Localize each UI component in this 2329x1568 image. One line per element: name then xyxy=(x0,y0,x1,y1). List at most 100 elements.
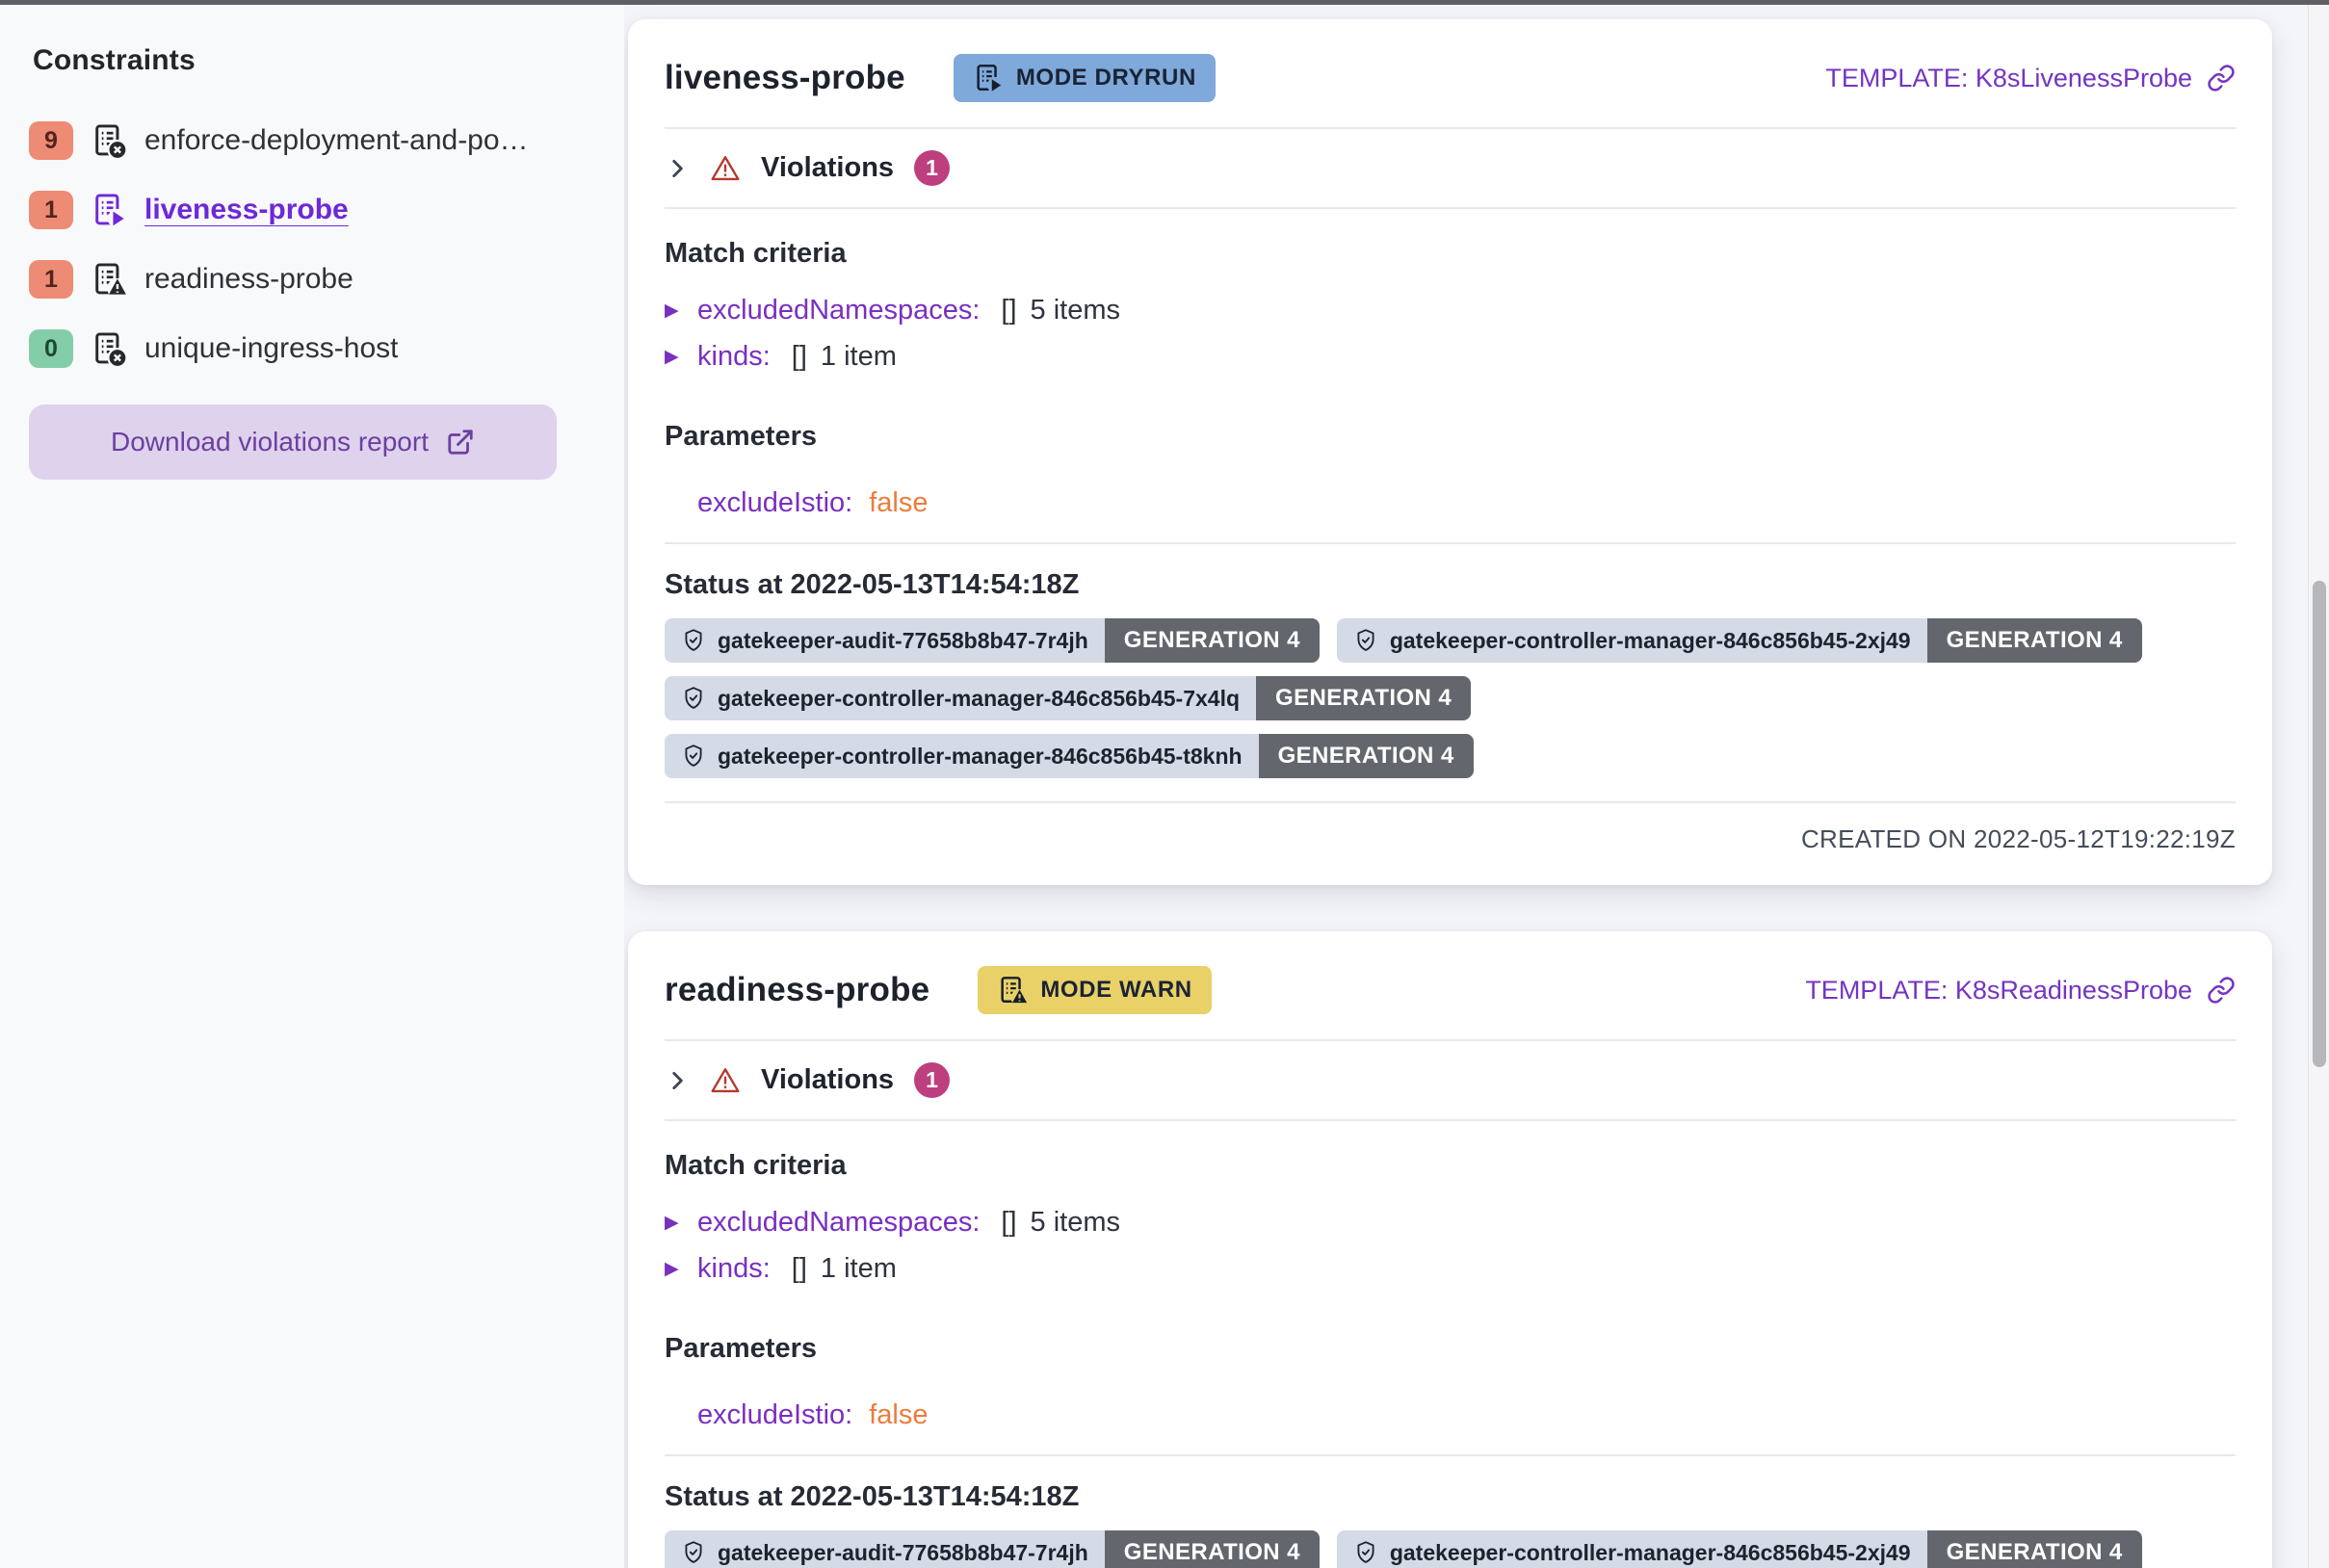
shield-check-icon xyxy=(681,1540,706,1565)
violations-label: Violations xyxy=(761,152,894,184)
parameter-row: excludeIstio: false xyxy=(665,487,2236,519)
card-header: liveness-probe MODE DRYRUN TEMPLATE: K8s… xyxy=(628,19,2272,127)
sidebar-title: Constraints xyxy=(33,44,595,77)
pod-name-segment: gatekeeper-controller-manager-846c856b45… xyxy=(1337,1530,1927,1568)
pod-name-segment: gatekeeper-controller-manager-846c856b45… xyxy=(1337,618,1927,663)
pod-name: gatekeeper-audit-77658b8b47-7r4jh xyxy=(718,1540,1088,1566)
pod-status-pill: gatekeeper-controller-manager-846c856b45… xyxy=(1337,1530,2142,1568)
violations-label: Violations xyxy=(761,1064,894,1096)
pod-generation-badge: GENERATION 4 xyxy=(1927,618,2142,663)
violation-count-badge: 9 xyxy=(29,121,73,160)
pod-name-segment: gatekeeper-audit-77658b8b47-7r4jh xyxy=(665,1530,1105,1568)
pod-name-segment: gatekeeper-controller-manager-846c856b45… xyxy=(665,734,1259,778)
card-header: readiness-probe MODE WARN T xyxy=(628,931,2272,1039)
divider xyxy=(665,542,2236,544)
sidebar-item-label: readiness-probe xyxy=(144,263,353,296)
violations-expander[interactable]: Violations 1 xyxy=(628,1041,2272,1119)
template-link[interactable]: TEMPLATE: K8sReadinessProbe xyxy=(1805,976,2236,1006)
template-link[interactable]: TEMPLATE: K8sLivenessProbe xyxy=(1825,64,2236,93)
pod-status-pill: gatekeeper-controller-manager-846c856b45… xyxy=(665,734,1474,778)
constraint-title: readiness-probe xyxy=(665,971,929,1009)
tree-key: excludedNamespaces: xyxy=(697,1207,980,1239)
tree-row-kinds[interactable]: ▶ kinds: [] 1 item xyxy=(665,341,2236,373)
tree-item-count: 1 item xyxy=(821,1253,897,1285)
tree-expand-icon: ▶ xyxy=(665,1258,684,1280)
pod-name: gatekeeper-controller-manager-846c856b45… xyxy=(1390,1540,1911,1566)
mode-badge-label: MODE DRYRUN xyxy=(1016,65,1196,91)
status-heading: Status at 2022-05-13T14:54:18Z xyxy=(665,1481,2236,1513)
constraint-card-readiness-probe: readiness-probe MODE WARN T xyxy=(628,931,2272,1568)
parameter-value: false xyxy=(869,1399,928,1431)
tree-key: kinds: xyxy=(697,1253,771,1285)
tree-key: kinds: xyxy=(697,341,771,373)
tree-item-count: 5 items xyxy=(1031,1207,1120,1239)
mode-warn-badge: MODE WARN xyxy=(978,966,1211,1014)
pod-generation-badge: GENERATION 4 xyxy=(1259,734,1474,778)
constraint-details-panel: liveness-probe MODE DRYRUN TEMPLATE: K8s… xyxy=(624,0,2329,1568)
sidebar-item-readiness-probe[interactable]: 1 readiness-probe xyxy=(29,252,595,306)
pod-generation-badge: GENERATION 4 xyxy=(1256,676,1471,720)
status-section: Status at 2022-05-13T14:54:18Z gatekeepe… xyxy=(628,569,2272,778)
tree-bracket: [] xyxy=(792,1253,807,1285)
match-criteria-heading: Match criteria xyxy=(665,238,2236,270)
tree-bracket: [] xyxy=(1001,295,1016,327)
pod-name: gatekeeper-controller-manager-846c856b45… xyxy=(718,744,1243,770)
template-link-label: TEMPLATE: K8sReadinessProbe xyxy=(1805,976,2192,1006)
created-on-timestamp: CREATED ON 2022-05-12T19:22:19Z xyxy=(628,803,2272,885)
tree-key: excludedNamespaces: xyxy=(697,295,980,327)
parameter-row: excludeIstio: false xyxy=(665,1399,2236,1431)
sidebar-item-enforce-deployment[interactable]: 9 enforce-deployment-and-po… xyxy=(29,114,595,168)
vertical-scrollbar xyxy=(2308,5,2329,1568)
warning-triangle-icon xyxy=(710,153,741,184)
warning-triangle-icon xyxy=(710,1065,741,1096)
violations-expander[interactable]: Violations 1 xyxy=(628,129,2272,207)
pod-name: gatekeeper-controller-manager-846c856b45… xyxy=(718,686,1240,712)
sidebar-item-unique-ingress-host[interactable]: 0 unique-ingress-host xyxy=(29,322,595,376)
tree-item-count: 1 item xyxy=(821,341,897,373)
chevron-right-icon xyxy=(665,1068,690,1093)
dryrun-mode-icon xyxy=(973,63,1004,93)
shield-check-icon xyxy=(1353,1540,1378,1565)
pod-status-pill: gatekeeper-audit-77658b8b47-7r4jh GENERA… xyxy=(665,1530,1320,1568)
violations-count-badge: 1 xyxy=(914,1062,950,1098)
pod-name-segment: gatekeeper-audit-77658b8b47-7r4jh xyxy=(665,618,1105,663)
constraint-deny-mode-icon xyxy=(91,330,127,367)
tree-expand-icon: ▶ xyxy=(665,300,684,322)
pod-generation-badge: GENERATION 4 xyxy=(1927,1530,2142,1568)
tree-item-count: 5 items xyxy=(1031,295,1120,327)
download-button-label: Download violations report xyxy=(111,427,429,457)
pod-status-pill: gatekeeper-audit-77658b8b47-7r4jh GENERA… xyxy=(665,618,1320,663)
status-heading: Status at 2022-05-13T14:54:18Z xyxy=(665,569,2236,601)
shield-check-icon xyxy=(681,744,706,769)
tree-row-kinds[interactable]: ▶ kinds: [] 1 item xyxy=(665,1253,2236,1285)
template-link-label: TEMPLATE: K8sLivenessProbe xyxy=(1825,64,2192,93)
pod-generation-badge: GENERATION 4 xyxy=(1105,1530,1320,1568)
parameter-value: false xyxy=(869,487,928,519)
shield-check-icon xyxy=(1353,628,1378,653)
chevron-right-icon xyxy=(665,156,690,181)
tree-row-excluded-namespaces[interactable]: ▶ excludedNamespaces: [] 5 items xyxy=(665,295,2236,327)
tree-bracket: [] xyxy=(1001,1207,1016,1239)
mode-badge-label: MODE WARN xyxy=(1040,977,1191,1004)
tree-expand-icon: ▶ xyxy=(665,1212,684,1234)
tree-row-excluded-namespaces[interactable]: ▶ excludedNamespaces: [] 5 items xyxy=(665,1207,2236,1239)
scrollbar-thumb[interactable] xyxy=(2313,581,2326,1067)
divider xyxy=(665,1119,2236,1121)
parameter-key: excludeIstio: xyxy=(697,487,852,519)
constraint-warn-mode-icon xyxy=(91,261,127,298)
sidebar-item-liveness-probe[interactable]: 1 liveness-probe xyxy=(29,183,595,237)
mode-dryrun-badge: MODE DRYRUN xyxy=(954,54,1216,102)
download-violations-report-button[interactable]: Download violations report xyxy=(29,405,557,480)
sidebar-item-label: unique-ingress-host xyxy=(144,332,398,365)
violation-count-badge: 0 xyxy=(29,329,73,368)
divider xyxy=(665,207,2236,209)
link-icon xyxy=(2207,976,2236,1005)
pod-generation-badge: GENERATION 4 xyxy=(1105,618,1320,663)
violations-count-badge: 1 xyxy=(914,150,950,186)
constraint-card-liveness-probe: liveness-probe MODE DRYRUN TEMPLATE: K8s… xyxy=(628,19,2272,885)
constraint-dryrun-mode-icon xyxy=(91,192,127,228)
divider xyxy=(665,1454,2236,1456)
shield-check-icon xyxy=(681,686,706,711)
link-icon xyxy=(2207,64,2236,92)
constraints-sidebar: Constraints 9 enforce-deployment-and-po…… xyxy=(0,0,624,1568)
